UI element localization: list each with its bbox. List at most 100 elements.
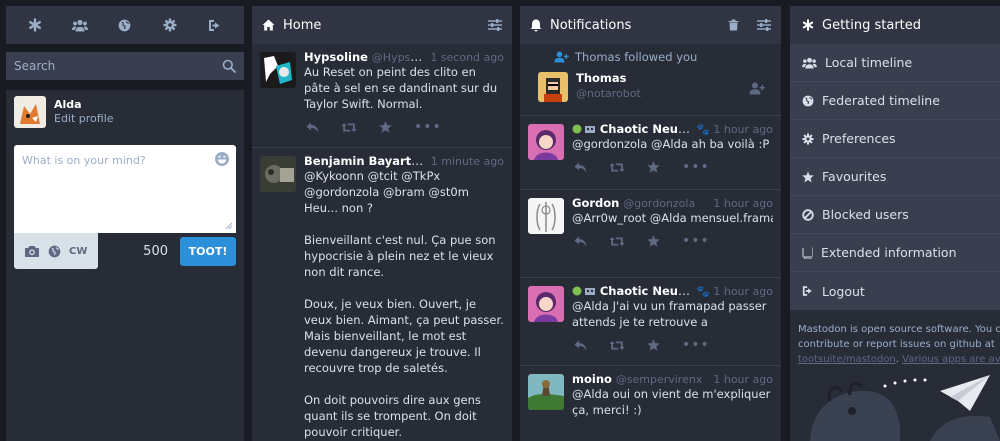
more-options-icon[interactable]: •••	[414, 120, 442, 134]
status-actions: •••	[304, 112, 504, 142]
avatar[interactable]	[528, 374, 564, 410]
mention-notification[interactable]: Gordon @gordonzola 1 hour ago @Arr0w_roo…	[520, 190, 781, 278]
mention-notification[interactable]: moino @sempervirenx 1 hour ago @Alda oui…	[520, 366, 781, 441]
status-author[interactable]: Chaotic Neutrois	[600, 122, 692, 136]
mention-notification[interactable]: Chaotic Neutrois 🐾 1 hour ago @Alda J'ai…	[520, 278, 781, 366]
column-settings-icon[interactable]	[757, 19, 771, 31]
compose-column: Search Alda Edit profile What is on your…	[6, 6, 244, 441]
apps-link[interactable]: Various apps are availa	[902, 354, 1000, 365]
avatar[interactable]	[528, 124, 564, 160]
follow-back-icon[interactable]	[749, 82, 765, 95]
menu-item-local-timeline[interactable]: Local timeline	[790, 44, 1000, 82]
status-time[interactable]: 1 second ago	[430, 51, 504, 64]
gear-icon	[802, 132, 814, 145]
status-actions: •••	[572, 330, 773, 360]
status-content: @Alda J'ai vu un framapad passer attends…	[572, 299, 767, 329]
mascot-illustration	[790, 371, 1000, 441]
avatar[interactable]	[528, 286, 564, 322]
status-time[interactable]: 🐾 1 hour ago	[696, 285, 773, 298]
menu-item-extended-information[interactable]: Extended information	[790, 234, 1000, 272]
menu-item-favourites[interactable]: Favourites	[790, 158, 1000, 196]
avatar[interactable]	[528, 198, 564, 234]
camera-icon[interactable]	[24, 245, 40, 258]
notifications-header[interactable]: Notifications	[520, 6, 781, 44]
follow-notification[interactable]: Thomas followed you Thomas @notarobot	[520, 44, 781, 116]
status-item[interactable]: Hypsoline @Hypsoline 1 second ago Au Res…	[252, 44, 512, 148]
status-handle[interactable]: @sempervirenx	[616, 373, 703, 386]
status-time[interactable]: 🐾 1 hour ago	[696, 123, 773, 136]
status-paragraph: @Kykoonn @tcit @TkPx @gordonzola @bram @…	[304, 169, 469, 215]
footer-info: Mastodon is open source software. You ca…	[790, 310, 1000, 379]
current-account: Alda Edit profile	[14, 96, 236, 128]
status-author[interactable]: Hypsoline	[304, 50, 368, 64]
more-options-icon[interactable]: •••	[682, 160, 710, 174]
github-link[interactable]: tootsuite/mastodon	[798, 354, 896, 365]
cw-button[interactable]: CW	[69, 246, 87, 257]
reply-icon[interactable]	[306, 122, 319, 133]
status-author[interactable]: Benjamin Bayart	[304, 154, 423, 168]
more-options-icon[interactable]: •••	[682, 338, 710, 352]
status-content: Au Reset on peint des clito en pâte à se…	[304, 64, 504, 112]
status-handle[interactable]: @gordonzola	[623, 197, 695, 210]
visibility-globe-icon[interactable]	[48, 245, 61, 258]
resize-handle-icon[interactable]	[225, 222, 233, 230]
favourite-icon[interactable]	[379, 121, 392, 133]
home-title: Home	[283, 17, 322, 33]
character-counter: 500	[143, 243, 168, 259]
home-header[interactable]: Home	[252, 6, 512, 44]
compose-placeholder: What is on your mind?	[22, 154, 146, 167]
mention-notification[interactable]: Chaotic Neutrois 🐾 1 hour ago @gordonzol…	[520, 116, 781, 190]
boost-icon[interactable]	[609, 340, 625, 351]
emoji-picker-icon[interactable]	[214, 151, 230, 167]
trash-icon[interactable]	[728, 19, 739, 31]
globe-icon[interactable]	[115, 15, 135, 35]
reply-icon[interactable]	[574, 162, 587, 173]
reply-icon[interactable]	[574, 340, 587, 351]
status-handle[interactable]: @Hypsoline	[372, 50, 427, 64]
favourite-icon[interactable]	[647, 161, 660, 173]
avatar[interactable]	[260, 52, 296, 88]
menu-item-label: Logout	[822, 283, 865, 299]
home-column: Home Hypsoline @Hypsoline 1 second ago A…	[252, 6, 512, 441]
menu-item-label: Favourites	[822, 169, 887, 184]
boost-icon[interactable]	[341, 122, 357, 133]
edit-profile-link[interactable]: Edit profile	[54, 112, 114, 126]
status-author[interactable]: Gordon	[572, 196, 619, 210]
follower-handle[interactable]: @notarobot	[576, 86, 641, 101]
bell-icon	[530, 19, 542, 32]
toot-button[interactable]: TOOT!	[180, 236, 236, 266]
menu-item-label: Extended information	[821, 245, 957, 260]
notifications-title: Notifications	[550, 17, 632, 33]
reply-icon[interactable]	[574, 236, 587, 247]
getting-started-menu: Local timeline Federated timeline Prefer…	[790, 44, 1000, 310]
preferences-icon[interactable]	[160, 15, 180, 35]
boost-icon[interactable]	[609, 236, 625, 247]
menu-item-logout[interactable]: Logout	[790, 272, 1000, 310]
status-time[interactable]: 1 minute ago	[431, 155, 504, 168]
menu-item-preferences[interactable]: Preferences	[790, 120, 1000, 158]
favourite-icon[interactable]	[647, 339, 660, 351]
status-content: @Arr0w_root @Alda mensuel.framapad.org/p…	[572, 211, 773, 225]
menu-item-blocked-users[interactable]: Blocked users	[790, 196, 1000, 234]
more-options-icon[interactable]: •••	[682, 234, 710, 248]
boost-icon[interactable]	[609, 162, 625, 173]
menu-item-federated-timeline[interactable]: Federated timeline	[790, 82, 1000, 120]
compose-textarea[interactable]: What is on your mind?	[14, 145, 236, 233]
home-icon	[262, 19, 275, 31]
avatar[interactable]	[14, 96, 46, 128]
status-time[interactable]: 1 hour ago	[713, 373, 773, 386]
logout-icon[interactable]	[205, 15, 225, 35]
getting-started-icon[interactable]	[25, 15, 45, 35]
favourite-icon[interactable]	[647, 235, 660, 247]
status-time[interactable]: 1 hour ago	[713, 197, 773, 210]
local-timeline-icon[interactable]	[70, 15, 90, 35]
search-input[interactable]: Search	[6, 52, 244, 80]
avatar[interactable]	[538, 72, 568, 102]
avatar[interactable]	[260, 156, 296, 192]
ban-icon	[802, 208, 814, 221]
status-item[interactable]: Benjamin Bayart @bay... 1 minute ago @Ky…	[252, 148, 512, 441]
follower-name[interactable]: Thomas	[576, 71, 641, 86]
status-author[interactable]: Chaotic Neutrois	[600, 284, 692, 298]
status-author[interactable]: moino	[572, 372, 612, 386]
column-settings-icon[interactable]	[488, 19, 502, 31]
